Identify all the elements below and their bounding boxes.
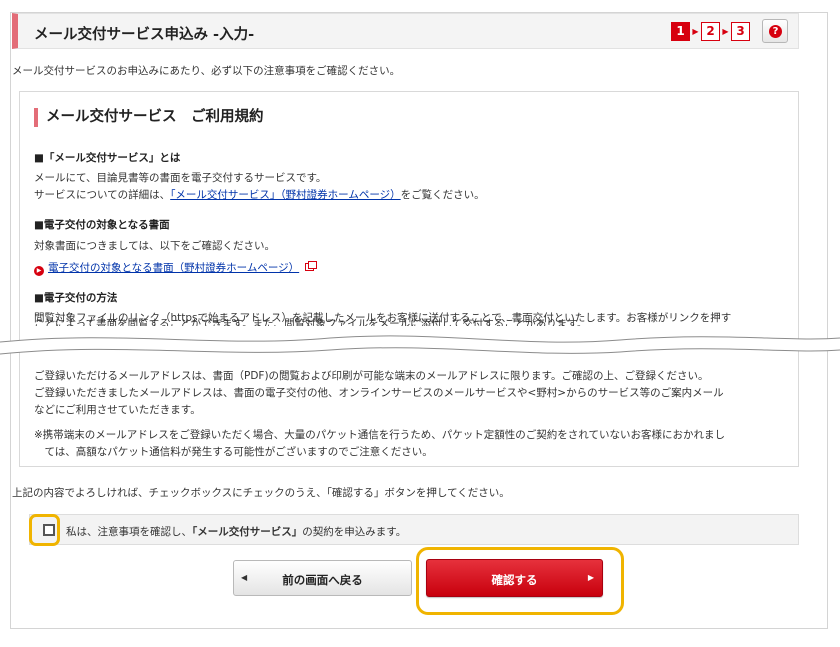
content-break-separator bbox=[0, 335, 840, 355]
step-1: 1 bbox=[671, 22, 690, 41]
section-text: 対象書面につきましては、以下をご確認ください。 bbox=[34, 240, 275, 252]
step-arrow-icon: ▶ bbox=[722, 27, 729, 36]
text-span: サービスについての詳細は、 bbox=[34, 189, 171, 201]
section-heading-method: ■電子交付の方法 bbox=[34, 292, 118, 304]
section-text: ご登録いただけるメールアドレスは、書面（PDF)の閲覧および印刷が可能な端末のメ… bbox=[34, 370, 709, 382]
section-text: などにご利用させていただきます。 bbox=[34, 404, 201, 416]
step-3: 3 bbox=[731, 22, 750, 41]
section-text: ては、高額なパケット通信料が発生する可能性がございますのでご注意ください。 bbox=[34, 446, 433, 458]
section-heading-documents: ■電子交付の対象となる書面 bbox=[34, 219, 170, 231]
section-text: サービスについての詳細は、「メール交付サービス」（野村證券ホームページ）をご覧く… bbox=[34, 187, 485, 202]
terms-panel: メール交付サービス ご利用規約 ■「メール交付サービス」とは メールにて、目論見… bbox=[19, 91, 799, 467]
arrow-right-icon: ▶ bbox=[587, 573, 594, 582]
terms-title: メール交付サービス ご利用規約 bbox=[34, 108, 264, 127]
help-button[interactable]: ? bbox=[762, 19, 788, 43]
section-heading-about: ■「メール交付サービス」とは bbox=[34, 152, 181, 164]
text-span: の契約を申込みます。 bbox=[302, 526, 407, 538]
step-2: 2 bbox=[701, 22, 720, 41]
confirm-button-label: 確認する bbox=[491, 573, 538, 587]
documents-link-row: ▶ 電子交付の対象となる書面（野村證券ホームページ） bbox=[34, 260, 318, 276]
agreement-label: 私は、注意事項を確認し、「メール交付サービス」の契約を申込みます。 bbox=[66, 524, 406, 539]
intro-text: メール交付サービスのお申込みにあたり、必ず以下の注意事項をご確認ください。 bbox=[12, 65, 401, 77]
play-bullet-icon: ▶ bbox=[34, 266, 44, 276]
agreement-row: 私は、注意事項を確認し、「メール交付サービス」の契約を申込みます。 bbox=[29, 514, 799, 545]
help-icon: ? bbox=[769, 25, 782, 38]
page-title: メール交付サービス申込み -入力- bbox=[34, 27, 255, 43]
section-text: メールにて、目論見書等の書面を電子交付するサービスです。 bbox=[34, 172, 327, 184]
text-span: 「メール交付サービス」 bbox=[192, 526, 303, 538]
documents-link[interactable]: 電子交付の対象となる書面（野村證券ホームページ） bbox=[48, 262, 299, 274]
step-arrow-icon: ▶ bbox=[692, 27, 699, 36]
checkbox-instruction: 上記の内容でよろしければ、チェックボックスにチェックのうえ、「確認する」ボタンを… bbox=[12, 487, 510, 499]
page-header: メール交付サービス申込み -入力- 1 ▶ 2 ▶ 3 ? bbox=[12, 13, 799, 49]
step-indicator: 1 ▶ 2 ▶ 3 bbox=[671, 22, 750, 41]
text-span: 私は、注意事項を確認し、 bbox=[66, 526, 192, 538]
back-button[interactable]: ◀ 前の画面へ戻る bbox=[233, 560, 412, 596]
service-details-link[interactable]: 「メール交付サービス」（野村證券ホームページ） bbox=[170, 189, 400, 201]
back-button-label: 前の画面へ戻る bbox=[282, 573, 363, 587]
new-window-icon bbox=[305, 261, 318, 271]
section-text: ご登録いただきましたメールアドレスは、書面の電子交付の他、オンラインサービスのメ… bbox=[34, 387, 724, 399]
checkbox-highlight bbox=[29, 514, 60, 546]
confirm-button[interactable]: 確認する ▶ bbox=[426, 559, 603, 597]
section-text: ※携帯端末のメールアドレスをご登録いただく場合、大量のパケット通信を行うため、パ… bbox=[34, 429, 725, 441]
text-span: をご覧ください。 bbox=[400, 189, 485, 201]
